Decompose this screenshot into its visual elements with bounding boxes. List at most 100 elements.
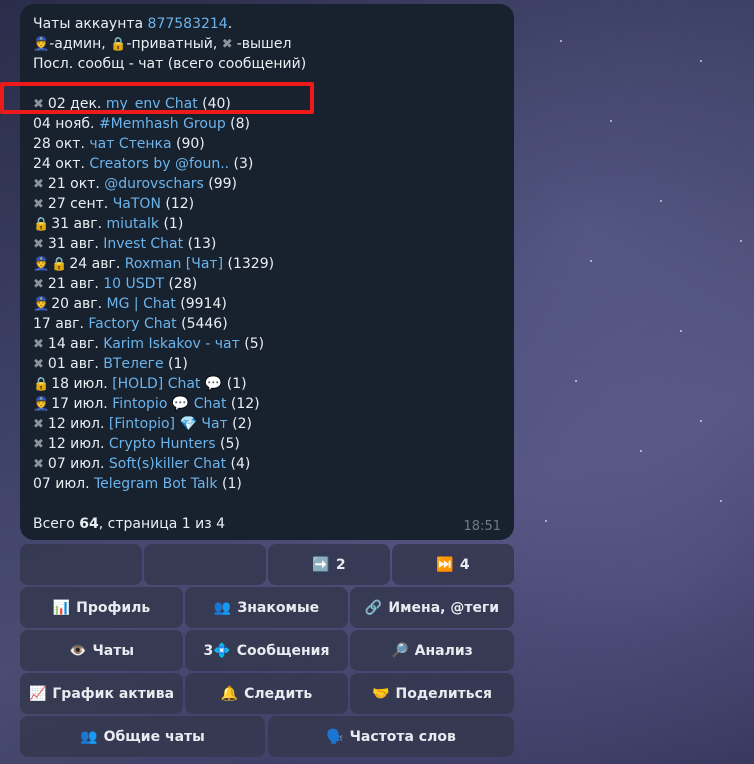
follow-label: Следить xyxy=(244,685,313,702)
chat-link[interactable]: 10 USDT xyxy=(103,276,164,292)
activity-chart-label: График актива xyxy=(52,685,175,702)
chat-row: 👮 17 июл. Fintopio 💬 Chat (12) xyxy=(33,394,260,415)
chat-date: 04 нояб. xyxy=(33,116,95,132)
cross-icon: ✖ xyxy=(33,237,44,252)
chat-count: (5) xyxy=(244,336,265,352)
chat-link[interactable]: ВТелеге xyxy=(103,356,163,372)
cross-icon: ✖ xyxy=(33,417,44,432)
account-id-link[interactable]: 877583214 xyxy=(148,16,228,32)
chat-link[interactable]: MG | Chat xyxy=(107,296,176,312)
chat-link[interactable]: #Memhash Group xyxy=(99,116,226,132)
chat-link[interactable]: Karim Iskakov - чат xyxy=(103,336,240,352)
chat-date: 07 июл. xyxy=(33,476,90,492)
chat-link-part2[interactable]: Чат xyxy=(201,416,227,432)
chat-emoji: 💬 xyxy=(204,376,223,392)
common-chats-label: Общие чаты xyxy=(103,728,205,745)
activity-chart-button[interactable]: 📈 График актива xyxy=(20,673,183,714)
chat-emoji: 💬 xyxy=(171,396,190,412)
arrow-right-icon: ➡️ xyxy=(312,556,330,573)
cross-icon: ✖ xyxy=(33,337,44,352)
cross-icon: ✖ xyxy=(33,357,44,372)
kbd-empty-button-2[interactable] xyxy=(144,544,266,585)
chat-link[interactable]: Roxman [Чат] xyxy=(125,256,223,272)
magnifier-icon: 🔎 xyxy=(391,642,409,659)
chat-count: (13) xyxy=(187,236,217,252)
skip-forward-icon: ⏭️ xyxy=(436,556,454,573)
messages-prefix: 3 xyxy=(203,642,214,659)
chat-row: 24 окт. Creators by @foun.. (3) xyxy=(33,154,253,174)
acquaintances-button[interactable]: 👥 Знакомые xyxy=(185,587,348,628)
diamond-icon: 💠 xyxy=(213,642,231,659)
chat-link[interactable]: Factory Chat xyxy=(88,316,176,332)
profile-button[interactable]: 📊 Профиль xyxy=(20,587,183,628)
police-officer-icon: 👮 xyxy=(33,257,50,272)
chat-link[interactable]: Soft(s)killer Chat xyxy=(109,456,226,472)
cross-icon: ✖ xyxy=(33,457,44,472)
chat-count: (3) xyxy=(233,156,254,172)
police-officer-icon: 👮 xyxy=(33,37,50,52)
chat-link[interactable]: [Fintopio] xyxy=(109,416,175,432)
lock-icon: 🔒 xyxy=(51,257,68,272)
common-chats-button[interactable]: 👥 Общие чаты xyxy=(20,716,265,757)
header-title: Чаты аккаунта 877583214. xyxy=(33,14,232,34)
chat-date: 24 окт. xyxy=(33,156,85,172)
total-count: 64 xyxy=(79,516,99,532)
chat-link[interactable]: @durovschars xyxy=(104,176,204,192)
chat-count: (1) xyxy=(163,216,184,232)
chat-link-part2[interactable]: Chat xyxy=(194,396,227,412)
legend-private: -приватный, xyxy=(126,36,218,52)
chats-button[interactable]: 👁️ Чаты xyxy=(20,630,183,671)
chats-label: Чаты xyxy=(92,642,134,659)
chat-date: 24 авг. xyxy=(69,256,121,272)
chat-date: 12 июл. xyxy=(47,436,105,452)
chat-row: 🔒 31 авг. miutalk (1) xyxy=(33,214,183,235)
footer-total: Всего 64, страница 1 из 4 xyxy=(33,514,225,534)
chat-date: 31 авг. xyxy=(51,216,103,232)
chat-link[interactable]: Invest Chat xyxy=(103,236,183,252)
kbd-empty-button-1[interactable] xyxy=(20,544,142,585)
chat-row: 04 нояб. #Memhash Group (8) xyxy=(33,114,250,134)
chat-link[interactable]: Telegram Bot Talk xyxy=(94,476,218,492)
chat-link[interactable]: miutalk xyxy=(107,216,159,232)
chat-link[interactable]: Crypto Hunters xyxy=(109,436,216,452)
chat-count: (90) xyxy=(176,136,205,152)
follow-button[interactable]: 🔔 Следить xyxy=(185,673,348,714)
chat-link[interactable]: чат Стенка xyxy=(89,136,171,152)
bar-chart-icon: 📊 xyxy=(52,599,71,616)
chat-link[interactable]: Creators by @foun.. xyxy=(89,156,229,172)
lock-icon: 🔒 xyxy=(110,37,127,52)
messages-button[interactable]: 3 💠 Сообщения xyxy=(185,630,348,671)
people-icon: 👥 xyxy=(213,599,232,616)
chat-row: 07 июл. Telegram Bot Talk (1) xyxy=(33,474,242,494)
eye-icon: 👁️ xyxy=(69,642,87,659)
last-page-button[interactable]: ⏭️ 4 xyxy=(392,544,514,585)
chat-link[interactable]: Fintopio xyxy=(112,396,167,412)
chat-date: 17 июл. xyxy=(51,396,108,412)
names-tags-button[interactable]: 🔗 Имена, @теги xyxy=(350,587,514,628)
word-frequency-label: Частота слов xyxy=(349,728,456,745)
chat-row: ✖ 07 июл. Soft(s)killer Chat (4) xyxy=(33,454,250,475)
cross-icon: ✖ xyxy=(33,277,44,292)
chat-row: 👮 🔒 24 авг. Roxman [Чат] (1329) xyxy=(33,254,274,275)
chat-date: 20 авг. xyxy=(51,296,103,312)
chat-row: ✖ 21 авг. 10 USDT (28) xyxy=(33,274,197,295)
chat-date: 28 окт. xyxy=(33,136,85,152)
analysis-button[interactable]: 🔎 Анализ xyxy=(350,630,514,671)
cross-icon: ✖ xyxy=(221,37,233,52)
word-frequency-button[interactable]: 🗣️ Частота слов xyxy=(268,716,514,757)
share-button[interactable]: 🤝 Поделиться xyxy=(350,673,514,714)
messages-label: Сообщения xyxy=(236,642,330,659)
cross-icon: ✖ xyxy=(33,437,44,452)
next-page-button[interactable]: ➡️ 2 xyxy=(268,544,390,585)
chat-date: 17 авг. xyxy=(33,316,84,332)
chat-row: 28 окт. чат Стенка (90) xyxy=(33,134,205,154)
chat-link[interactable]: ЧаТON xyxy=(113,196,161,212)
chart-increasing-icon: 📈 xyxy=(28,685,47,702)
header-title-text: Чаты аккаунта xyxy=(33,16,144,32)
chat-row: ✖ 12 июл. [Fintopio] 💎 Чат (2) xyxy=(33,414,252,435)
chat-link[interactable]: [HOLD] Chat xyxy=(112,376,200,392)
chat-row: 🔒 18 июл. [HOLD] Chat 💬 (1) xyxy=(33,374,247,395)
chat-emoji: 💎 xyxy=(179,416,197,432)
people-icon: 👥 xyxy=(80,728,98,745)
lock-icon: 🔒 xyxy=(33,377,50,392)
